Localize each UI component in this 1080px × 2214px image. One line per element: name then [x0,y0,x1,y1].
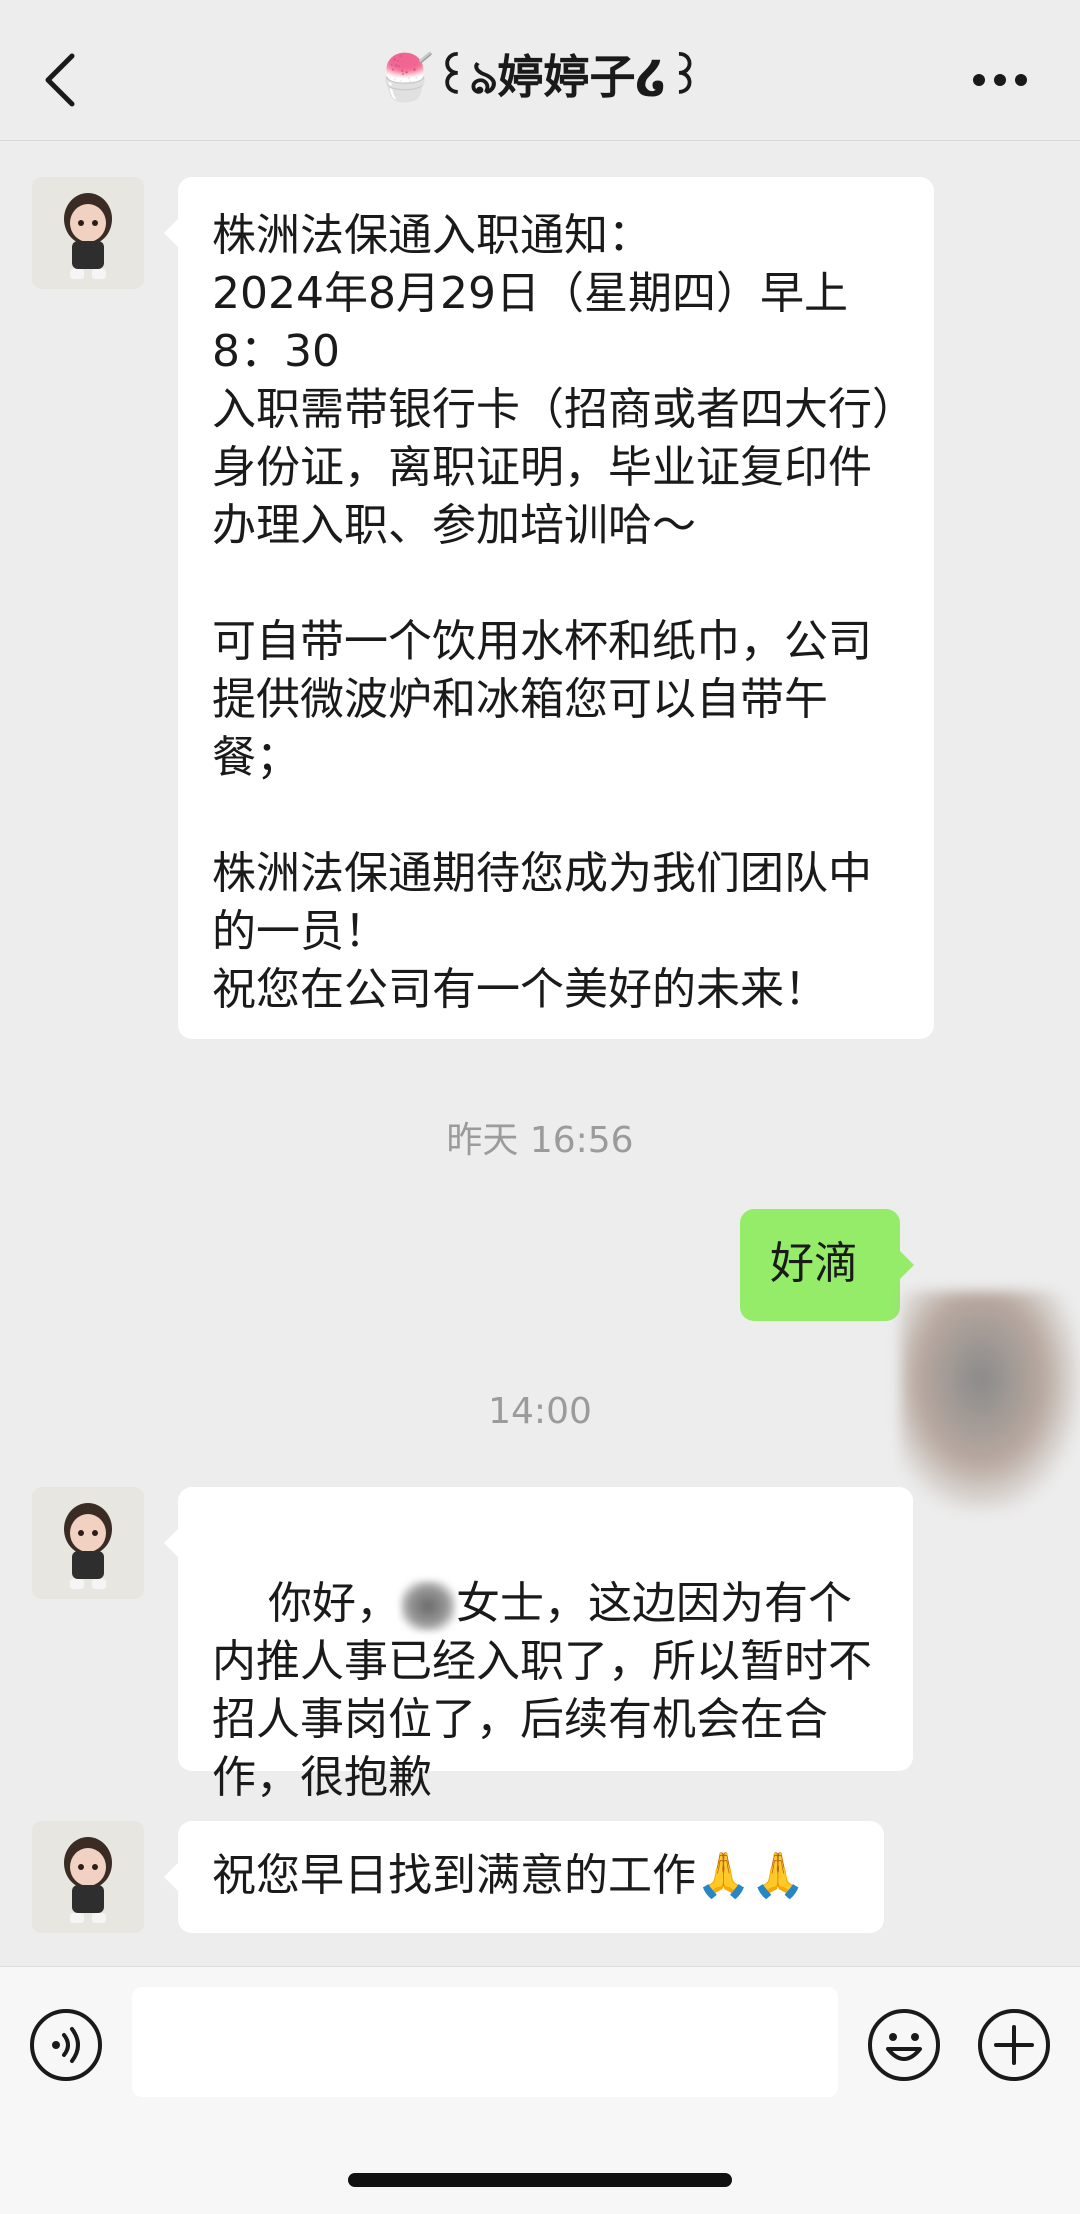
plus-icon [978,2009,1050,2081]
back-button[interactable] [30,40,90,120]
message-input[interactable] [132,1987,838,2097]
message-bubble-incoming[interactable]: 株洲法保通入职通知： 2024年8月29日（星期四）早上8：30 入职需带银行卡… [164,177,934,1039]
contact-avatar[interactable] [32,1821,144,1933]
more-button[interactable] [960,50,1040,110]
voice-icon [30,2009,102,2081]
avatar-image [32,1821,144,1933]
message-text-part: 你好， [267,1578,400,1629]
timestamp: 14:00 [488,1391,592,1432]
redacted-name [399,1580,456,1632]
message-bubble-outgoing[interactable]: 好滴 [740,1209,914,1321]
home-indicator[interactable] [348,2173,732,2187]
voice-button[interactable] [28,2007,104,2083]
contact-avatar[interactable] [32,177,144,289]
chat-header: 🍧꒰ঌ婷婷子໒꒱ [0,0,1080,141]
input-bar [0,1966,1080,2214]
plus-button[interactable] [976,2007,1052,2083]
chevron-left-icon [45,53,75,107]
more-dots-icon [973,74,1027,86]
avatar-image [32,177,144,289]
message-bubble-incoming[interactable]: 祝您早日找到满意的工作🙏🙏 [164,1821,884,1933]
emoji-button[interactable] [866,2007,942,2083]
message-bubble-incoming[interactable]: 你好， 女士，这边因为有个内推人事已经入职了，所以暂时不招人事岗位了，后续有机会在… [164,1487,913,1803]
emoji-icon [868,2009,940,2081]
chat-title: 🍧꒰ঌ婷婷子໒꒱ [376,50,704,104]
message-list[interactable]: 株洲法保通入职通知： 2024年8月29日（星期四）早上8：30 入职需带银行卡… [0,141,1080,1966]
avatar-image [32,1487,144,1599]
contact-avatar[interactable] [32,1487,144,1599]
timestamp: 昨天 16:56 [446,1120,634,1161]
